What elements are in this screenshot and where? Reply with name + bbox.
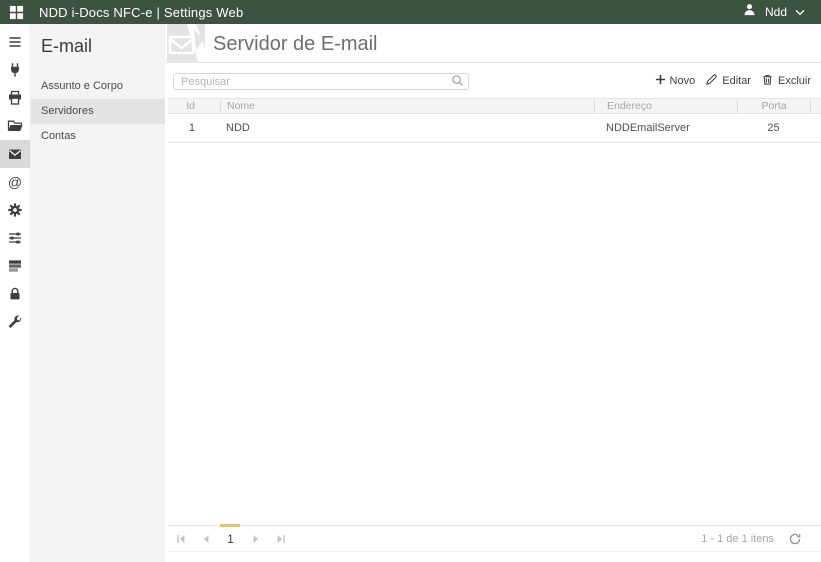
plug-icon[interactable] xyxy=(0,56,30,84)
user-name: Ndd xyxy=(764,5,787,19)
last-page-button[interactable] xyxy=(268,526,293,552)
cell-id: 1 xyxy=(188,122,195,134)
page-title: Servidor de E-mail xyxy=(213,33,378,55)
edit-button[interactable]: Editar xyxy=(705,73,751,89)
wrench-icon[interactable] xyxy=(0,308,30,336)
sidebar-item-contas[interactable]: Contas xyxy=(31,124,165,149)
sidebar-list: Assunto e Corpo Servidores Contas xyxy=(31,74,165,149)
lock-icon[interactable] xyxy=(0,280,30,308)
grid-toolbar: Novo Editar Excluir xyxy=(165,68,821,94)
page-number-button[interactable]: 1 xyxy=(218,523,243,552)
app-title: NDD i-Docs NFC-e | Settings Web xyxy=(39,4,244,20)
servers-grid: Id Nome Endereço Porta 1 NDD NDDEmailSer… xyxy=(168,98,821,143)
page-header: Servidor de E-mail xyxy=(165,24,821,63)
folder-open-icon[interactable] xyxy=(0,112,30,140)
current-page-indicator xyxy=(220,523,240,527)
column-header-id[interactable]: Id xyxy=(168,99,220,114)
plus-icon xyxy=(655,74,666,88)
printer-icon[interactable] xyxy=(0,84,30,112)
search-box xyxy=(173,72,469,91)
table-row[interactable]: 1 NDD NDDEmailServer 25 xyxy=(168,114,821,143)
cell-nome: NDD xyxy=(226,122,250,134)
search-input[interactable] xyxy=(173,73,469,91)
previous-page-button[interactable] xyxy=(193,526,218,552)
sidebar-title: E-mail xyxy=(41,36,93,56)
column-header-nome[interactable]: Nome xyxy=(220,99,594,114)
items-count-label: 1 - 1 de 1 itens xyxy=(701,532,774,545)
module-icon-strip: @ xyxy=(0,24,31,562)
user-icon xyxy=(742,2,757,22)
sliders-icon[interactable] xyxy=(0,224,30,252)
email-header-graphic xyxy=(167,24,205,62)
delete-button[interactable]: Excluir xyxy=(761,73,811,89)
column-header-spacer xyxy=(810,99,821,114)
at-sign-icon[interactable]: @ xyxy=(0,168,30,196)
topbar: NDD i-Docs NFC-e | Settings Web Ndd xyxy=(0,0,821,24)
pencil-icon xyxy=(705,73,718,89)
sidebar-item-assunto-e-corpo[interactable]: Assunto e Corpo xyxy=(31,74,165,99)
grid-header-row: Id Nome Endereço Porta xyxy=(168,98,821,114)
email-sidebar: E-mail Assunto e Corpo Servidores Contas xyxy=(31,24,165,562)
cell-porta: 25 xyxy=(767,122,780,134)
main-content: Servidor de E-mail Novo xyxy=(165,24,821,562)
server-icon[interactable] xyxy=(0,252,30,280)
menu-icon[interactable] xyxy=(0,28,30,56)
column-header-porta[interactable]: Porta xyxy=(737,99,810,114)
user-menu[interactable]: Ndd xyxy=(742,2,805,22)
trash-icon xyxy=(761,73,774,89)
refresh-icon[interactable] xyxy=(788,532,802,546)
chevron-down-icon xyxy=(795,3,805,21)
column-header-endereco[interactable]: Endereço xyxy=(594,99,737,114)
sidebar-item-servidores[interactable]: Servidores xyxy=(31,99,165,124)
next-page-button[interactable] xyxy=(243,526,268,552)
pager: 1 1 - 1 de 1 itens xyxy=(168,523,821,552)
cell-endereco: NDDEmailServer xyxy=(606,122,690,134)
app-launcher-icon[interactable] xyxy=(9,5,24,20)
settings-web-app: NDD i-Docs NFC-e | Settings Web Ndd @ E-… xyxy=(0,0,821,562)
gear-icon[interactable] xyxy=(0,196,30,224)
search-icon[interactable] xyxy=(451,74,464,87)
new-button[interactable]: Novo xyxy=(655,74,695,88)
first-page-button[interactable] xyxy=(168,526,193,552)
email-icon[interactable] xyxy=(0,140,30,168)
